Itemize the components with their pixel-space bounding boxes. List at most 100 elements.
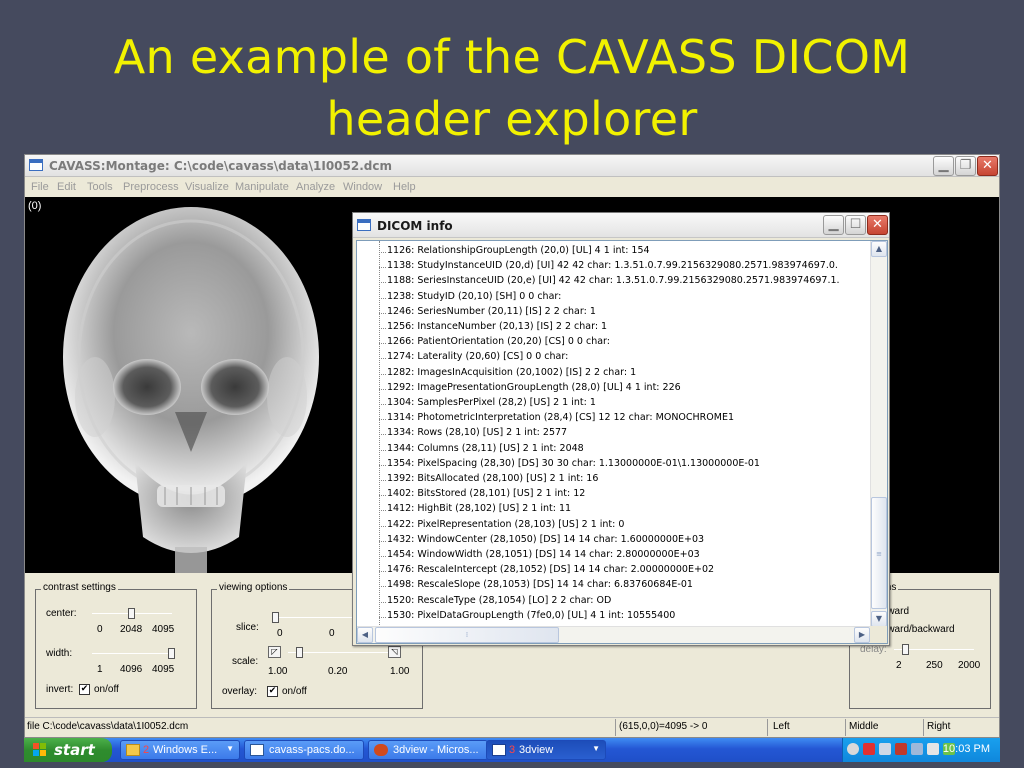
- menu-preprocess[interactable]: Preprocess: [123, 181, 179, 193]
- horizontal-scroll-thumb[interactable]: ⁞: [375, 627, 559, 643]
- tree-connector: [379, 388, 386, 390]
- tree-connector: [379, 312, 386, 314]
- delay-slider-thumb[interactable]: [902, 644, 909, 655]
- dicom-tag-line[interactable]: 1344: Columns (28,11) [US] 2 1 int: 2048: [387, 443, 584, 458]
- slice-slider-track[interactable]: [272, 617, 352, 618]
- width-value: 4096: [120, 664, 143, 675]
- dicom-tag-line[interactable]: 1402: BitsStored (28,101) [US] 2 1 int: …: [387, 488, 585, 503]
- scale-slider-thumb[interactable]: [296, 647, 303, 658]
- slice-slider-thumb[interactable]: [272, 612, 279, 623]
- scale-increase-button[interactable]: ◹: [388, 646, 401, 658]
- dicom-tag-line[interactable]: 1126: RelationshipGroupLength (20,0) [UL…: [387, 245, 650, 260]
- center-slider-thumb[interactable]: [128, 608, 135, 619]
- taskbar-item-count: 3: [509, 744, 516, 756]
- menu-manipulate[interactable]: Manipulate: [235, 181, 289, 193]
- dicom-tag-line[interactable]: 1422: PixelRepresentation (28,103) [US] …: [387, 519, 624, 534]
- status-separator: [845, 719, 846, 736]
- width-slider-track[interactable]: [92, 653, 172, 654]
- forward-backward-option[interactable]: rward/backward: [884, 624, 955, 635]
- menu-help[interactable]: Help: [393, 181, 416, 193]
- tree-connector: [379, 510, 386, 512]
- horizontal-scrollbar[interactable]: ◀ ⁞ ▶: [357, 626, 871, 643]
- volume-icon[interactable]: [879, 743, 891, 755]
- dialog-maximize-button[interactable]: ☐: [845, 215, 866, 235]
- dicom-tag-line[interactable]: 1454: WindowWidth (28,1051) [DS] 14 14 c…: [387, 549, 700, 564]
- menu-visualize[interactable]: Visualize: [185, 181, 229, 193]
- dicom-header-tree[interactable]: 1126: RelationshipGroupLength (20,0) [UL…: [356, 240, 888, 644]
- security-alert-icon[interactable]: [863, 743, 875, 755]
- width-slider-thumb[interactable]: [168, 648, 175, 659]
- tree-connector: [379, 571, 386, 573]
- dicom-tag-line[interactable]: 1282: ImagesInAcquisition (20,1002) [IS]…: [387, 367, 636, 382]
- scroll-right-icon[interactable]: ▶: [854, 627, 870, 643]
- taskbar-item-windows-explorer[interactable]: 2 Windows E... ▼: [120, 740, 240, 760]
- dialog-minimize-button[interactable]: ▁: [823, 215, 844, 235]
- dicom-tag-line[interactable]: 1188: SeriesInstanceUID (20,e) [UI] 42 4…: [387, 275, 840, 290]
- window-icon: [357, 219, 371, 231]
- dicom-tag-line[interactable]: 1354: PixelSpacing (28,30) [DS] 30 30 ch…: [387, 458, 760, 473]
- tree-connector: [379, 328, 386, 329]
- dicom-tag-line[interactable]: 1256: InstanceNumber (20,13) [IS] 2 2 ch…: [387, 321, 607, 336]
- dicom-tag-line[interactable]: 1238: StudyID (20,10) [SH] 0 0 char:: [387, 291, 561, 306]
- dicom-tag-line[interactable]: 1274: Laterality (20,60) [CS] 0 0 char:: [387, 351, 568, 366]
- dicom-tag-line[interactable]: 1334: Rows (28,10) [US] 2 1 int: 2577: [387, 427, 567, 442]
- dicom-tag-line[interactable]: 1520: RescaleType (28,1054) [LO] 2 2 cha…: [387, 595, 611, 610]
- antivirus-icon[interactable]: [895, 743, 907, 755]
- scroll-down-icon[interactable]: ▼: [871, 611, 887, 627]
- menu-analyze[interactable]: Analyze: [296, 181, 335, 193]
- vertical-scrollbar[interactable]: ▲ ≡ ▼: [870, 241, 887, 628]
- menu-edit[interactable]: Edit: [57, 181, 76, 193]
- tree-connector: [379, 434, 386, 436]
- menu-bar: File Edit Tools Preprocess Visualize Man…: [25, 177, 999, 197]
- tree-connector: [379, 343, 386, 345]
- status-file: file C:\code\cavass\data\1I0052.dcm: [27, 721, 189, 732]
- menu-window[interactable]: Window: [343, 181, 382, 193]
- scroll-left-icon[interactable]: ◀: [357, 627, 373, 643]
- network-icon[interactable]: [911, 743, 923, 755]
- taskbar-item-powerpoint[interactable]: 3dview - Micros...: [368, 740, 488, 760]
- minimize-button[interactable]: ▁: [933, 156, 954, 176]
- tray-collapse-icon[interactable]: [847, 743, 859, 755]
- dicom-tag-line[interactable]: 1476: RescaleIntercept (28,1052) [DS] 14…: [387, 564, 714, 579]
- overlay-label: overlay:: [222, 686, 258, 697]
- dicom-tag-line[interactable]: 1304: SamplesPerPixel (28,2) [US] 2 1 in…: [387, 397, 596, 412]
- menu-file[interactable]: File: [31, 181, 49, 193]
- status-bar: file C:\code\cavass\data\1I0052.dcm (615…: [25, 717, 999, 737]
- scale-slider-track[interactable]: [288, 652, 388, 653]
- dicom-dialog-title-bar[interactable]: DICOM info ▁ ☐ ✕: [353, 213, 889, 238]
- slide-title: An example of the CAVASS DICOM header ex…: [0, 26, 1024, 150]
- dicom-tag-line[interactable]: 1432: WindowCenter (28,1050) [DS] 14 14 …: [387, 534, 704, 549]
- restore-button[interactable]: ❐: [955, 156, 976, 176]
- vertical-scroll-thumb[interactable]: ≡: [871, 497, 887, 609]
- dicom-tag-line[interactable]: 1314: PhotometricInterpretation (28,4) […: [387, 412, 734, 427]
- start-button[interactable]: start: [24, 738, 112, 762]
- skull-xray-image: [63, 207, 319, 573]
- scale-decrease-button[interactable]: ◸: [268, 646, 281, 658]
- overlay-checkbox[interactable]: ✔: [267, 686, 278, 697]
- slide-title-line2: header explorer: [326, 92, 698, 146]
- tree-connector: [379, 404, 386, 405]
- tree-connector: [379, 586, 386, 588]
- resize-grip-icon[interactable]: [870, 626, 887, 643]
- dicom-tag-line[interactable]: 1266: PatientOrientation (20,20) [CS] 0 …: [387, 336, 610, 351]
- invert-checkbox[interactable]: ✔: [79, 684, 90, 695]
- tree-connector: [379, 241, 380, 625]
- dicom-tag-line[interactable]: 1246: SeriesNumber (20,11) [IS] 2 2 char…: [387, 306, 596, 321]
- taskbar-item-3dview[interactable]: 3 3dview ▼: [486, 740, 606, 760]
- menu-tools[interactable]: Tools: [87, 181, 113, 193]
- status-left: Left: [773, 721, 790, 732]
- dicom-tag-line[interactable]: 1392: BitsAllocated (28,100) [US] 2 1 in…: [387, 473, 598, 488]
- taskbar-item-word-doc[interactable]: cavass-pacs.do...: [244, 740, 364, 760]
- dicom-tag-line[interactable]: 1530: PixelDataGroupLength (7fe0,0) [UL]…: [387, 610, 675, 625]
- close-button[interactable]: ✕: [977, 156, 998, 176]
- dicom-tag-line[interactable]: 1292: ImagePresentationGroupLength (28,0…: [387, 382, 681, 397]
- main-title-bar[interactable]: CAVASS:Montage: C:\code\cavass\data\1I00…: [25, 155, 999, 177]
- display-icon[interactable]: [927, 743, 939, 755]
- dicom-tag-line[interactable]: 1138: StudyInstanceUID (20,d) [UI] 42 42…: [387, 260, 838, 275]
- dicom-tag-line[interactable]: 1498: RescaleSlope (28,1053) [DS] 14 14 …: [387, 579, 693, 594]
- scroll-up-icon[interactable]: ▲: [871, 241, 887, 257]
- slide-title-line1: An example of the CAVASS DICOM: [113, 30, 911, 84]
- dialog-close-button[interactable]: ✕: [867, 215, 888, 235]
- width-max: 4095: [152, 664, 175, 675]
- dicom-tag-line[interactable]: 1412: HighBit (28,102) [US] 2 1 int: 11: [387, 503, 571, 518]
